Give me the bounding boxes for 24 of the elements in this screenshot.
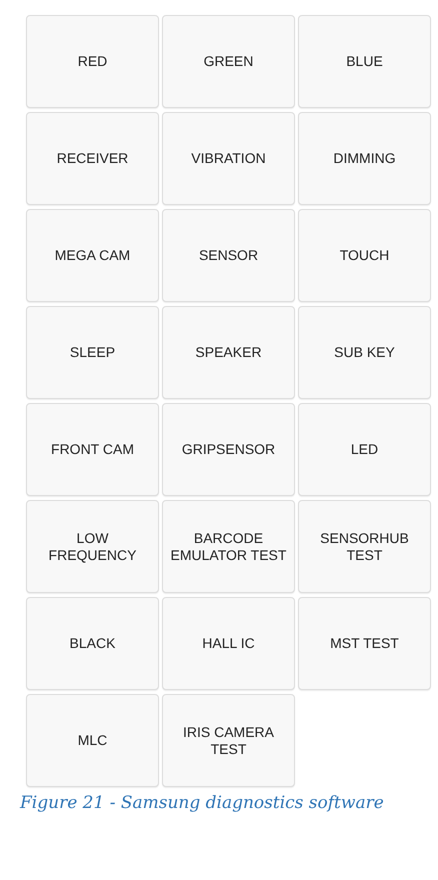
test-button[interactable]: IRIS CAMERA TEST (162, 694, 295, 787)
test-button[interactable]: RED (26, 15, 159, 108)
test-button[interactable]: BARCODE EMULATOR TEST (162, 500, 295, 593)
test-button[interactable]: HALL IC (162, 597, 295, 690)
test-button[interactable]: MLC (26, 694, 159, 787)
test-button[interactable]: LED (298, 403, 431, 496)
test-button[interactable]: VIBRATION (162, 112, 295, 205)
test-button[interactable]: SLEEP (26, 306, 159, 399)
test-button[interactable]: SENSOR (162, 209, 295, 302)
test-button[interactable]: BLUE (298, 15, 431, 108)
test-button[interactable]: BLACK (26, 597, 159, 690)
test-button[interactable]: RECEIVER (26, 112, 159, 205)
test-button[interactable]: TOUCH (298, 209, 431, 302)
test-button[interactable]: SPEAKER (162, 306, 295, 399)
figure-caption: Figure 21 - Samsung diagnostics software (20, 793, 384, 813)
test-button[interactable]: MEGA CAM (26, 209, 159, 302)
test-button[interactable]: SUB KEY (298, 306, 431, 399)
test-button[interactable]: SENSORHUB TEST (298, 500, 431, 593)
test-button[interactable]: LOW FREQUENCY (26, 500, 159, 593)
test-button[interactable]: MST TEST (298, 597, 431, 690)
test-button[interactable]: DIMMING (298, 112, 431, 205)
test-button[interactable]: GREEN (162, 15, 295, 108)
test-button[interactable]: FRONT CAM (26, 403, 159, 496)
test-button[interactable]: GRIPSENSOR (162, 403, 295, 496)
